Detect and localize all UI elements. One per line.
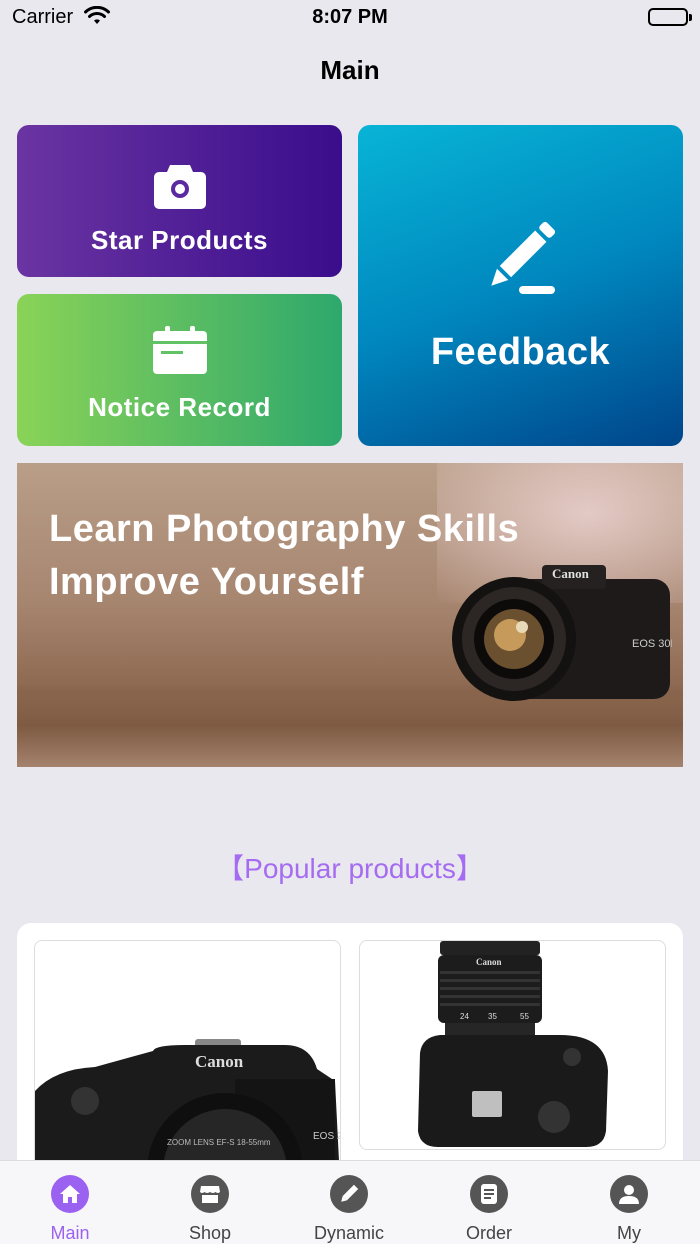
- tab-label: Order: [465, 1223, 512, 1243]
- product-lens-text: ZOOM LENS EF-S 18-55mm: [167, 1138, 271, 1147]
- product-brand: Canon: [476, 957, 502, 967]
- banner-line-1: Learn Photography Skills: [49, 508, 520, 550]
- feedback-tile[interactable]: Feedback: [358, 125, 683, 446]
- calendar-icon: [152, 326, 207, 379]
- product-card[interactable]: Canon 24 35 55: [359, 940, 666, 1150]
- tab-dynamic[interactable]: Dynamic: [299, 1175, 399, 1244]
- camera-model: EOS 30D: [632, 638, 672, 650]
- tab-bar: Main Shop Dynamic Order My: [0, 1160, 700, 1244]
- notice-record-label: Notice Record: [88, 392, 271, 422]
- star-products-label: Star Products: [91, 225, 268, 255]
- product-image: Canon EOS 250D ZOOM LENS EF-S 18-55mm: [35, 1039, 341, 1183]
- status-bar: Carrier 8:07 PM: [0, 0, 700, 40]
- tab-my[interactable]: My: [579, 1175, 679, 1244]
- product-card[interactable]: Canon EOS 250D ZOOM LENS EF-S 18-55mm: [34, 940, 341, 1183]
- clock: 8:07 PM: [312, 6, 388, 28]
- tab-order[interactable]: Order: [439, 1175, 539, 1244]
- product-model: EOS 250D: [313, 1131, 341, 1142]
- star-products-tile[interactable]: Star Products: [17, 125, 342, 277]
- order-icon: [470, 1175, 508, 1213]
- home-icon: [51, 1175, 89, 1213]
- tab-main[interactable]: Main: [20, 1175, 120, 1244]
- tab-label: Shop: [188, 1223, 232, 1243]
- tab-shop[interactable]: Shop: [160, 1175, 260, 1244]
- product-image: Canon 24 35 55: [418, 941, 608, 1147]
- lens-mark: 35: [488, 1012, 497, 1021]
- products-grid: Canon EOS 250D ZOOM LENS EF-S 18-55mm Ca…: [17, 923, 683, 1183]
- tab-label: Main: [50, 1223, 90, 1243]
- tab-label: Dynamic: [313, 1223, 384, 1243]
- edit-icon: [485, 220, 557, 301]
- product-brand: Canon: [195, 1052, 244, 1071]
- lens-mark: 24: [460, 1012, 469, 1021]
- pencil-icon: [330, 1175, 368, 1213]
- person-icon: [610, 1175, 648, 1213]
- popular-products-title: 【Popular products】: [216, 853, 484, 884]
- battery-icon: [648, 8, 692, 26]
- photography-banner[interactable]: Learn Photography Skills Improve Yoursel…: [17, 463, 683, 767]
- camera-image: Canon EOS 30D: [452, 565, 672, 701]
- shop-icon: [191, 1175, 229, 1213]
- tab-label: My: [617, 1223, 641, 1243]
- page-title: Main: [320, 55, 380, 85]
- camera-brand: Canon: [552, 566, 590, 581]
- notice-record-tile[interactable]: Notice Record: [17, 294, 342, 446]
- lens-mark: 55: [520, 1012, 529, 1021]
- camera-icon: [153, 161, 206, 214]
- feedback-label: Feedback: [430, 331, 611, 373]
